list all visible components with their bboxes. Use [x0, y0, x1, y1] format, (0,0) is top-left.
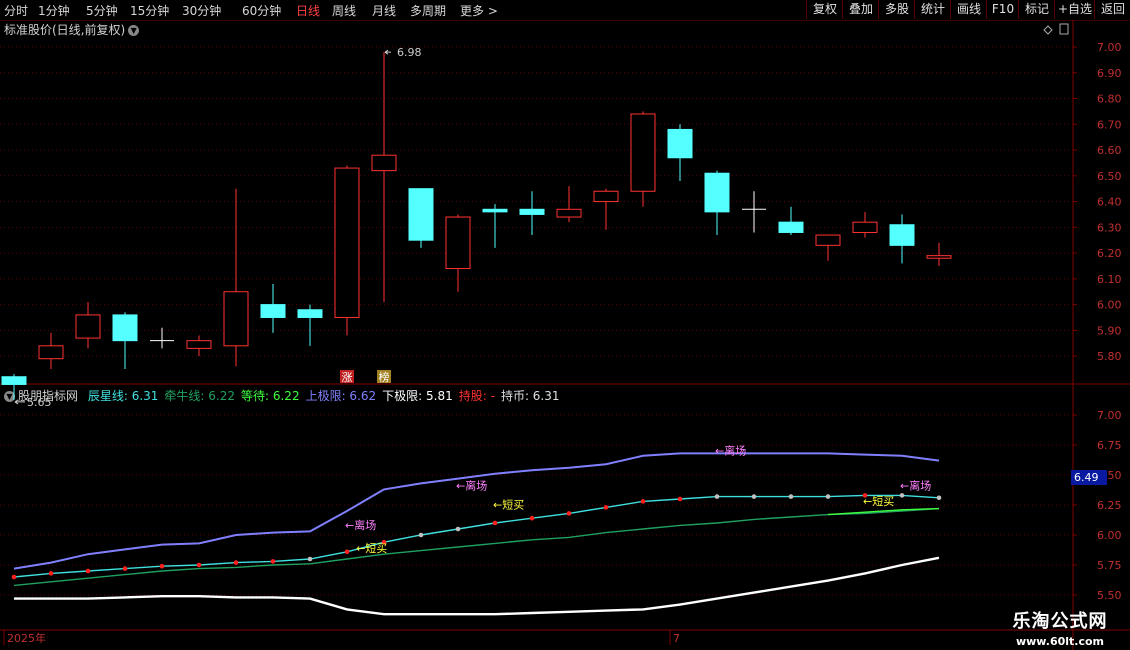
price-tick-label: 5.90: [1097, 324, 1122, 337]
date-label: 2025年: [7, 631, 46, 645]
signal-dot: [418, 532, 424, 538]
indicator-tick-label: 5.75: [1097, 559, 1122, 572]
signal-dot: [196, 562, 202, 568]
signal-dot: [48, 571, 54, 576]
candle-body: [334, 167, 360, 318]
signal-dot: [714, 494, 720, 499]
signal-dot: [899, 493, 905, 498]
price-tick-label: 6.40: [1097, 196, 1122, 209]
signal-dot: [159, 563, 165, 569]
price-tick-label: 6.70: [1097, 118, 1122, 131]
candle-body: [1, 376, 27, 385]
indicator-tick-label: 6.75: [1097, 439, 1122, 452]
chart-canvas[interactable]: 5.80 5.90 6.00 6.10 6.20 6.30 6.40 6.50 6.60 6.70…: [0, 0, 1130, 650]
candle-body: [889, 224, 915, 246]
price-tick-label: 7.00: [1097, 41, 1122, 54]
candle-body: [778, 221, 804, 233]
candle-body: [556, 208, 582, 218]
high-marker: [384, 49, 391, 55]
candle-body: [408, 188, 434, 241]
signal-dot: [936, 495, 942, 501]
candle-body: [186, 340, 212, 349]
price-tick-label: 6.30: [1097, 221, 1122, 234]
signal-dot: [751, 494, 757, 499]
signal-annotation: ←短买: [863, 494, 894, 508]
high-label: 6.98: [397, 46, 422, 59]
candle-body: [815, 234, 841, 246]
price-tick-label: 6.80: [1097, 93, 1122, 106]
candle-body: [445, 216, 471, 270]
signal-dot: [344, 549, 350, 555]
price-tick-label: 6.50: [1097, 170, 1122, 183]
signal-dot: [603, 505, 609, 510]
signal-dot: [307, 556, 313, 562]
signal-dot: [529, 515, 535, 521]
low-marker: [14, 399, 25, 405]
signal-dot: [270, 559, 276, 564]
price-tick-label: 6.20: [1097, 247, 1122, 260]
candle-body: [297, 309, 323, 318]
badge-label: 榜: [379, 370, 390, 384]
candle-body: [519, 208, 545, 215]
signal-annotation: ←离场: [456, 478, 487, 492]
candle-body: [593, 190, 619, 203]
signal-dot: [492, 520, 498, 526]
badge-label: 涨: [342, 371, 353, 384]
low-label: 5.65: [27, 396, 52, 409]
signal-annotation: ←离场: [900, 478, 931, 492]
signal-annotation: ←短买: [493, 498, 524, 512]
candle-body: [371, 154, 397, 172]
indicator-series-line: [13, 452, 940, 570]
candle-body: [482, 208, 508, 213]
candle-body: [926, 255, 952, 259]
signal-dot: [455, 526, 461, 532]
candle-body: [75, 314, 101, 339]
indicator-tick-label: 5.50: [1097, 589, 1122, 602]
signal-dot: [825, 494, 831, 499]
candle-body: [630, 113, 656, 192]
indicator-series-line: [13, 507, 940, 587]
indicator-tick-label: 6.00: [1097, 529, 1122, 542]
price-tick-label: 6.10: [1097, 273, 1122, 286]
signal-dot: [233, 560, 239, 565]
candle-body: [112, 314, 138, 342]
signal-dot: [11, 574, 17, 580]
signal-dot: [566, 511, 572, 516]
signal-dot: [788, 494, 794, 499]
indicator-tick-label: 7.00: [1097, 409, 1122, 422]
indicator-tick-label: 6.25: [1097, 499, 1122, 512]
signal-annotation: ←离场: [715, 444, 746, 458]
signal-annotation: ←离场: [345, 518, 376, 532]
candle-body: [260, 304, 286, 318]
candle-body: [38, 345, 64, 360]
signal-dot: [677, 496, 683, 502]
price-tick-label: 6.90: [1097, 67, 1122, 80]
current-value-tag: 6.49: [1071, 470, 1107, 485]
window-icon: [1059, 23, 1069, 35]
diamond-icon: [1043, 25, 1053, 35]
watermark: 乐淘公式网 www.60lt.com: [990, 605, 1130, 650]
price-tick-label: 6.60: [1097, 144, 1122, 157]
candle-body: [667, 128, 693, 159]
indicator-series-line: [827, 507, 940, 516]
candle-body: [704, 172, 730, 213]
signal-dot: [640, 499, 646, 504]
candle-body: [852, 221, 878, 233]
signal-dot: [85, 568, 91, 574]
price-tick-label: 6.00: [1097, 299, 1122, 312]
date-label: 7: [673, 632, 680, 645]
watermark-url: www.60lt.com: [1015, 635, 1105, 648]
price-tick-label: 5.80: [1097, 350, 1122, 363]
watermark-title: 乐淘公式网: [1012, 611, 1108, 632]
candle-body: [223, 291, 249, 347]
signal-dot: [122, 566, 128, 571]
signal-annotation: ←短买: [356, 541, 387, 555]
